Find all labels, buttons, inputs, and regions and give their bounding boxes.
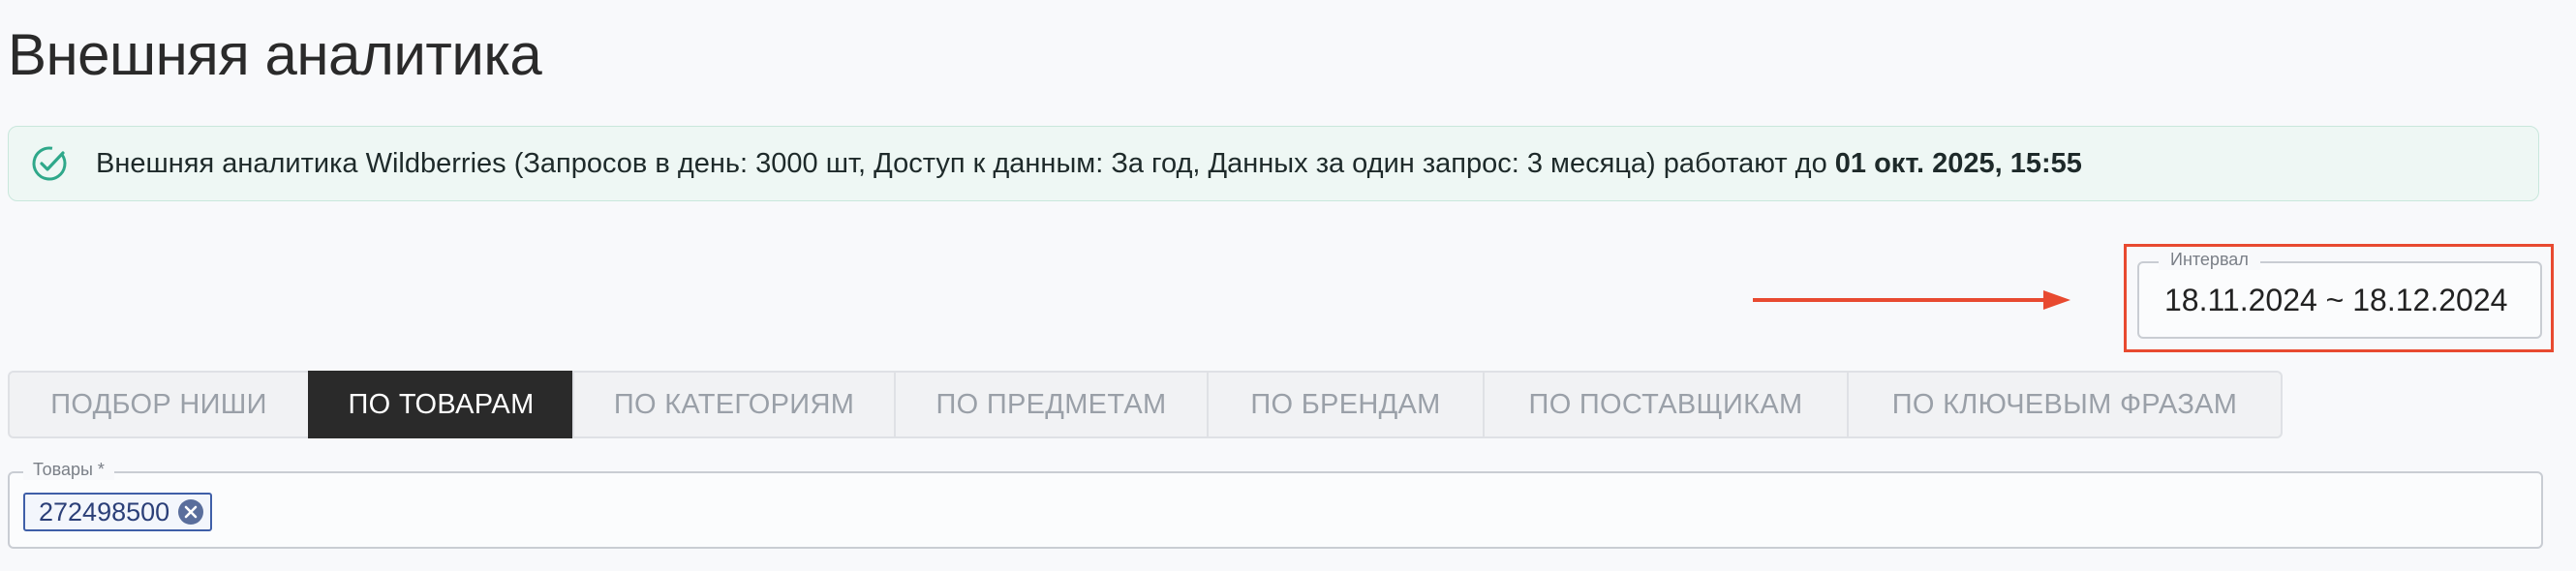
page-title: Внешняя аналитика <box>8 22 542 87</box>
check-circle-icon <box>32 146 67 181</box>
tab-by-suppliers[interactable]: ПО ПОСТАВЩИКАМ <box>1483 371 1849 438</box>
tab-by-brands[interactable]: ПО БРЕНДАМ <box>1207 371 1485 438</box>
subscription-alert: Внешняя аналитика Wildberries (Запросов … <box>8 126 2539 201</box>
analytics-tabs: ПОДБОР НИШИ ПО ТОВАРАМ ПО КАТЕГОРИЯМ ПО … <box>8 371 2283 438</box>
products-label: Товары * <box>23 460 114 480</box>
product-chip[interactable]: 272498500 <box>23 493 213 531</box>
tab-by-keywords[interactable]: ПО КЛЮЧЕВЫМ ФРАЗАМ <box>1847 371 2283 438</box>
annotation-arrow-icon <box>1753 290 2070 310</box>
interval-date-picker[interactable]: Интервал 18.11.2024 ~ 18.12.2024 <box>2137 250 2542 339</box>
alert-expiry: 01 окт. 2025, 15:55 <box>1834 147 2082 179</box>
tab-by-products[interactable]: ПО ТОВАРАМ <box>308 371 574 438</box>
alert-text: Внешняя аналитика Wildberries (Запросов … <box>96 148 2082 180</box>
tab-niche-selection[interactable]: ПОДБОР НИШИ <box>8 371 310 438</box>
product-chip-value: 272498500 <box>39 496 170 526</box>
close-circle-icon[interactable] <box>177 498 204 526</box>
interval-value: 18.11.2024 ~ 18.12.2024 <box>2164 282 2508 317</box>
tab-by-subjects[interactable]: ПО ПРЕДМЕТАМ <box>894 371 1209 438</box>
interval-label: Интервал <box>2159 250 2260 270</box>
alert-message: Внешняя аналитика Wildberries (Запросов … <box>96 147 1835 179</box>
products-input[interactable]: Товары * 272498500 <box>8 460 2543 549</box>
tab-by-categories[interactable]: ПО КАТЕГОРИЯМ <box>572 371 896 438</box>
